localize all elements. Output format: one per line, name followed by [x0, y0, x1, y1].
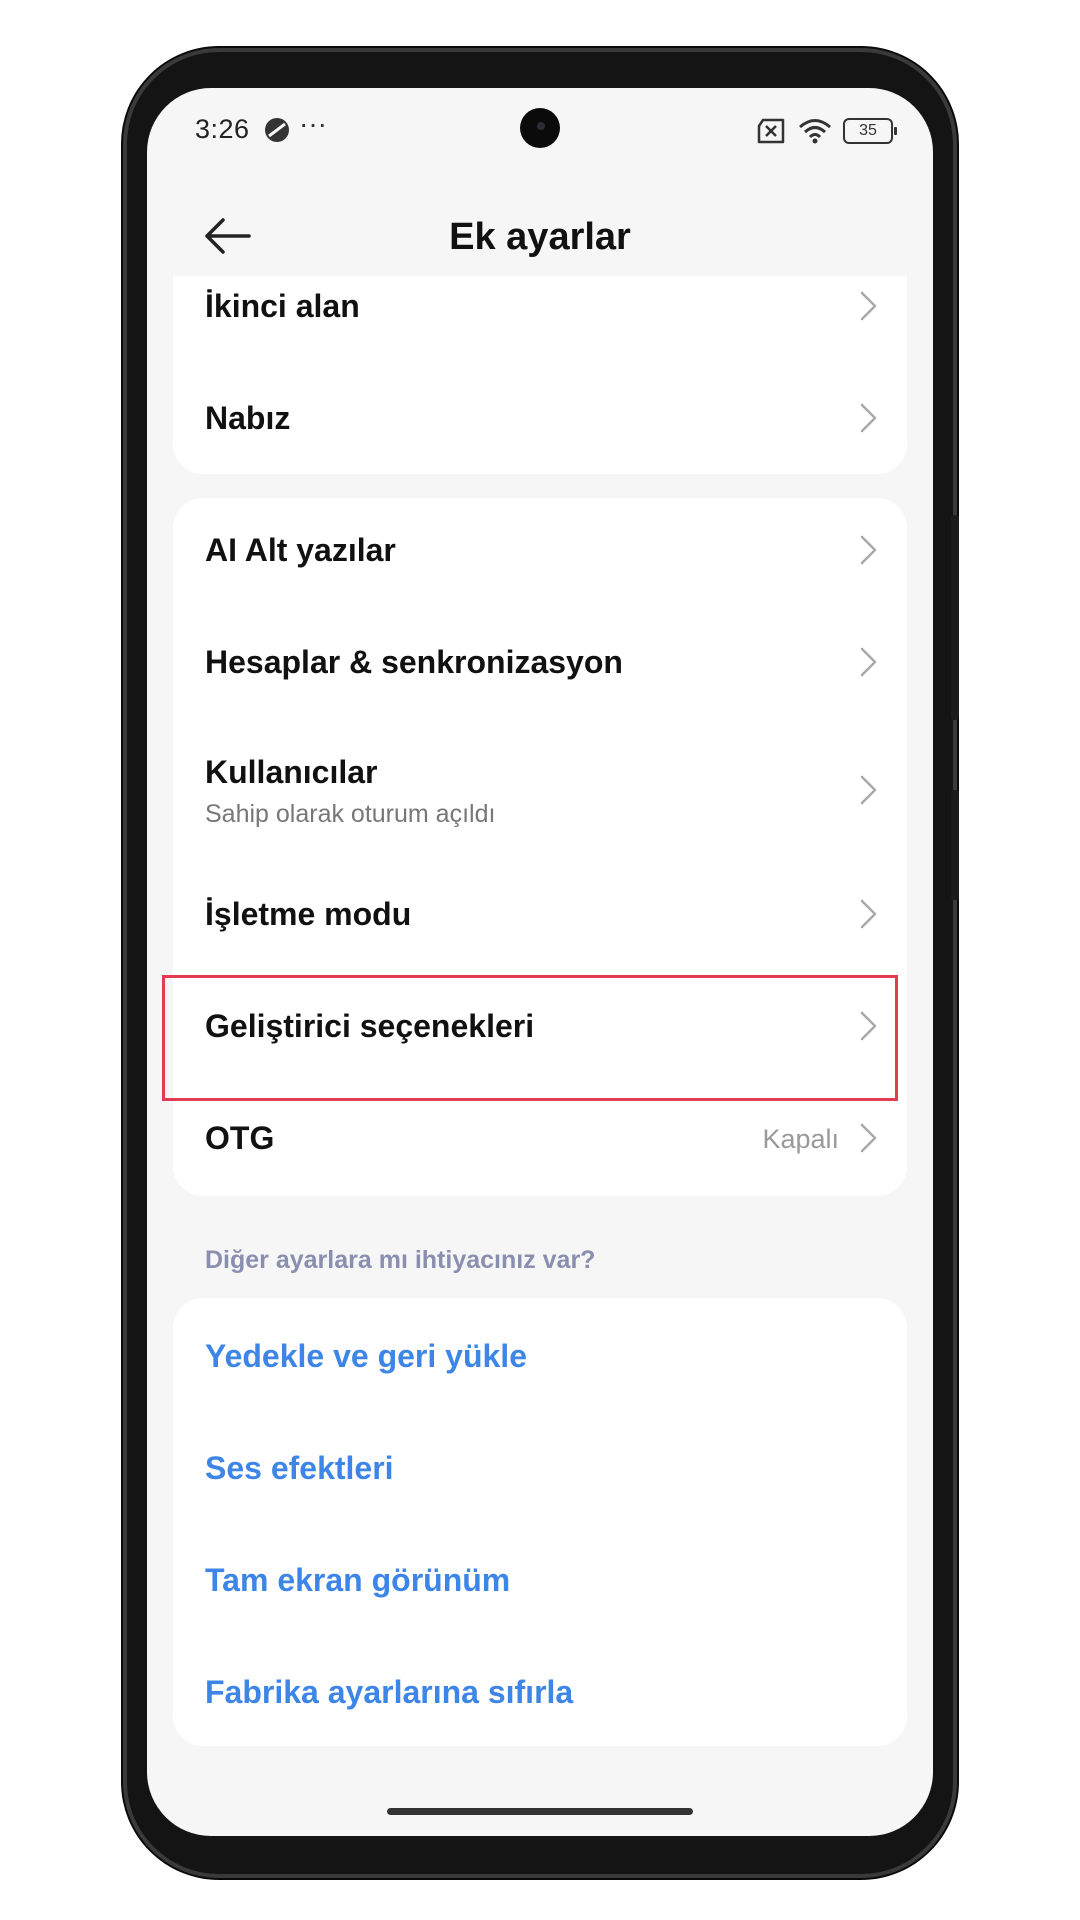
no-sim-icon: [757, 118, 785, 144]
settings-group-1: İkinci alan Nabız: [173, 276, 907, 474]
do-not-disturb-icon: [265, 118, 289, 142]
chevron-right-icon: [860, 291, 877, 321]
link-label: Yedekle ve geri yükle: [205, 1338, 527, 1374]
settings-item-label: AI Alt yazılar: [205, 532, 396, 568]
status-bar: 3:26 ··· 35: [147, 88, 933, 176]
section-header: Diğer ayarlara mı ihtiyacınız var?: [205, 1246, 596, 1274]
home-indicator[interactable]: [387, 1808, 693, 1815]
wifi-icon: [799, 119, 831, 144]
settings-item-isletme-modu[interactable]: İşletme modu: [173, 862, 907, 974]
stage: 3:26 ··· 35 Ek ayarlar İkinci alan Nabız…: [0, 0, 1080, 1920]
settings-item-value: Kapalı: [762, 1124, 839, 1154]
settings-item-label: Hesaplar & senkronizasyon: [205, 644, 623, 680]
status-time: 3:26: [195, 114, 250, 144]
chevron-right-icon: [860, 535, 877, 565]
chevron-right-icon: [860, 403, 877, 433]
link-label: Fabrika ayarlarına sıfırla: [205, 1674, 574, 1710]
highlight-box: [162, 975, 898, 1101]
link-sound-effects[interactable]: Ses efektleri: [173, 1410, 907, 1522]
link-factory-reset[interactable]: Fabrika ayarlarına sıfırla: [173, 1634, 907, 1746]
chevron-right-icon: [860, 899, 877, 929]
settings-item-nabiz[interactable]: Nabız: [173, 362, 907, 474]
link-full-screen-view[interactable]: Tam ekran görünüm: [173, 1522, 907, 1634]
settings-item-label: İşletme modu: [205, 896, 412, 932]
status-more-dots: ···: [299, 108, 327, 139]
link-label: Ses efektleri: [205, 1450, 394, 1486]
volume-up-button: [951, 515, 959, 720]
more-settings-group: Yedekle ve geri yükle Ses efektleri Tam …: [173, 1298, 907, 1746]
power-button: [951, 790, 959, 900]
link-backup-restore[interactable]: Yedekle ve geri yükle: [173, 1298, 907, 1410]
page-title: Ek ayarlar: [449, 216, 631, 258]
chevron-right-icon: [860, 1123, 877, 1153]
settings-item-label: OTG: [205, 1120, 275, 1156]
phone-screen: 3:26 ··· 35 Ek ayarlar İkinci alan Nabız…: [147, 88, 933, 1836]
settings-item-label: Nabız: [205, 400, 291, 436]
front-camera: [520, 108, 560, 148]
chevron-right-icon: [860, 647, 877, 677]
settings-item-ai-alt-yazilar[interactable]: AI Alt yazılar: [173, 498, 907, 610]
status-icons: 35: [755, 116, 897, 146]
settings-item-label: İkinci alan: [205, 288, 360, 324]
settings-item-subtitle: Sahip olarak oturum açıldı: [205, 800, 496, 828]
settings-item-kullanicilar[interactable]: Kullanıcılar Sahip olarak oturum açıldı: [173, 722, 907, 862]
battery-icon: 35: [843, 118, 897, 144]
settings-item-otg[interactable]: OTG Kapalı: [173, 1086, 907, 1196]
link-label: Tam ekran görünüm: [205, 1562, 511, 1598]
chevron-right-icon: [860, 775, 877, 805]
settings-item-hesaplar[interactable]: Hesaplar & senkronizasyon: [173, 610, 907, 722]
settings-item-label: Kullanıcılar: [205, 754, 378, 790]
